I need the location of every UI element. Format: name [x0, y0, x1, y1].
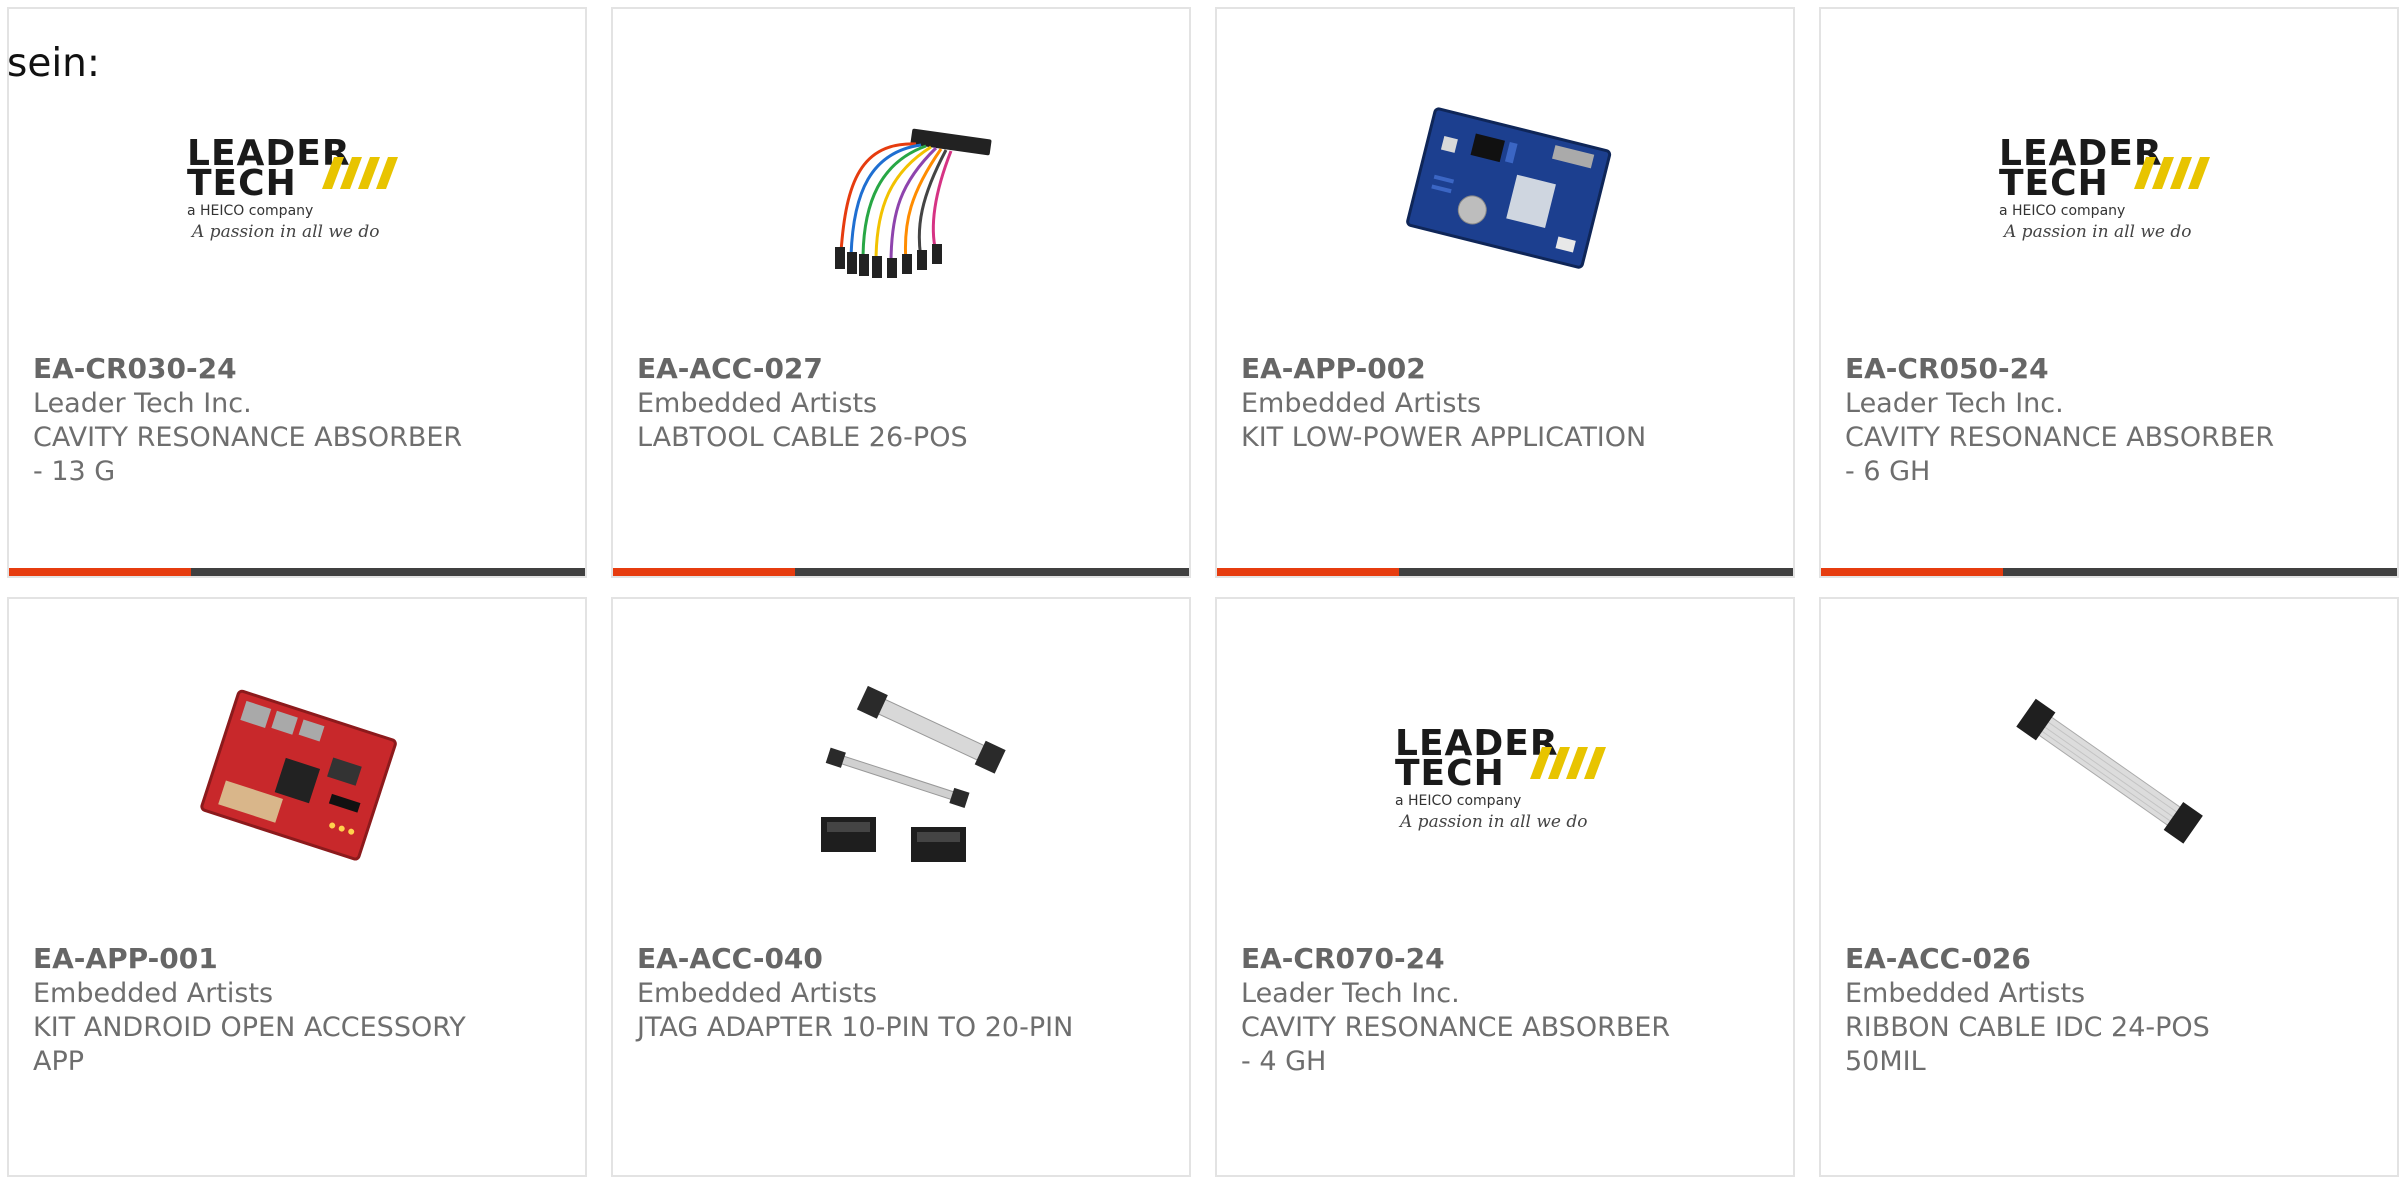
jumper-cable-image	[613, 64, 1189, 299]
intro-text: sein:	[7, 41, 101, 86]
description: RIBBON CABLE IDC 24-POS 50MIL	[1845, 1012, 2210, 1077]
manufacturer: Embedded Artists	[637, 978, 878, 1009]
card-bar-accent	[1821, 568, 2003, 576]
manufacturer: Embedded Artists	[1241, 388, 1482, 419]
leader-tech-logo-image: LEADER TECH a HEICO company A passion in…	[9, 64, 585, 299]
manufacturer: Embedded Artists	[33, 978, 274, 1009]
manufacturer: Leader Tech Inc.	[33, 388, 252, 419]
manufacturer: Leader Tech Inc.	[1845, 388, 2064, 419]
logo-company: a HEICO company	[1999, 203, 2125, 219]
logo-tagline: A passion in all we do	[1398, 812, 1588, 832]
part-number[interactable]: EA-CR030-24	[33, 351, 555, 387]
manufacturer: Embedded Artists	[1845, 978, 2086, 1009]
manufacturer: Leader Tech Inc.	[1241, 978, 1460, 1009]
logo-company: a HEICO company	[187, 203, 313, 219]
description: LABTOOL CABLE 26-POS	[637, 422, 968, 453]
logo-company: a HEICO company	[1395, 793, 1521, 809]
product-card[interactable]: LEADER TECH a HEICO company A passion in…	[1819, 7, 2399, 578]
leader-tech-logo-image: LEADER TECH a HEICO company A passion in…	[1217, 654, 1793, 889]
description: CAVITY RESONANCE ABSORBER - 13 G	[33, 422, 463, 487]
description: CAVITY RESONANCE ABSORBER - 4 GH	[1241, 1012, 1671, 1077]
jtag-adapter-image	[613, 654, 1189, 889]
product-card[interactable]: EA-ACC-026 Embedded Artists RIBBON CABLE…	[1819, 597, 2399, 1177]
card-bar	[9, 568, 585, 576]
part-number[interactable]: EA-ACC-027	[637, 351, 1159, 387]
description: JTAG ADAPTER 10-PIN TO 20-PIN	[637, 1012, 1074, 1043]
card-bar-accent	[1217, 568, 1399, 576]
card-bar-accent	[9, 568, 191, 576]
product-card[interactable]: LEADER TECH a HEICO company A passion in…	[7, 7, 587, 578]
card-bar	[1821, 568, 2397, 576]
product-card[interactable]: EA-APP-002 Embedded Artists KIT LOW-POWE…	[1215, 7, 1795, 578]
description: CAVITY RESONANCE ABSORBER - 6 GH	[1845, 422, 2275, 487]
card-bar-accent	[613, 568, 795, 576]
ribbon-cable-image	[1821, 654, 2397, 889]
product-card[interactable]: EA-ACC-027 Embedded Artists LABTOOL CABL…	[611, 7, 1191, 578]
card-bar	[613, 568, 1189, 576]
logo-line2: TECH	[1395, 753, 1505, 794]
description: KIT ANDROID OPEN ACCESSORY APP	[33, 1012, 466, 1077]
part-number[interactable]: EA-CR050-24	[1845, 351, 2367, 387]
part-number[interactable]: EA-APP-002	[1241, 351, 1763, 387]
red-board-image	[9, 654, 585, 889]
logo-line2: TECH	[187, 163, 297, 204]
leader-tech-logo-image: LEADER TECH a HEICO company A passion in…	[1821, 64, 2397, 299]
logo-line2: TECH	[1999, 163, 2109, 204]
logo-tagline: A passion in all we do	[2002, 222, 2192, 242]
part-number[interactable]: EA-ACC-026	[1845, 941, 2367, 977]
manufacturer: Embedded Artists	[637, 388, 878, 419]
description: KIT LOW-POWER APPLICATION	[1241, 422, 1647, 453]
blue-board-image	[1217, 64, 1793, 299]
product-card[interactable]: EA-APP-001 Embedded Artists KIT ANDROID …	[7, 597, 587, 1177]
part-number[interactable]: EA-APP-001	[33, 941, 555, 977]
logo-tagline: A passion in all we do	[190, 222, 380, 242]
part-number[interactable]: EA-ACC-040	[637, 941, 1159, 977]
product-card[interactable]: LEADER TECH a HEICO company A passion in…	[1215, 597, 1795, 1177]
product-card[interactable]: EA-ACC-040 Embedded Artists JTAG ADAPTER…	[611, 597, 1191, 1177]
card-bar	[1217, 568, 1793, 576]
part-number[interactable]: EA-CR070-24	[1241, 941, 1763, 977]
